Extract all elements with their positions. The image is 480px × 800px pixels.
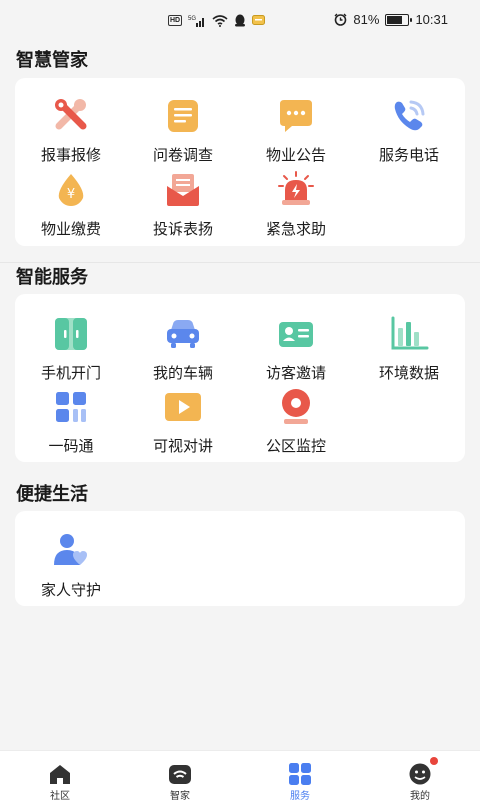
wrench-icon [51,96,91,136]
tab-label: 服务 [290,791,310,800]
grid-item-label: 物业公告 [265,146,326,164]
tab-community[interactable]: 社区 [0,751,120,800]
signal-icon: 5G [188,15,206,27]
bar-chart-icon [389,314,429,354]
grid-item-label: 我的车辆 [152,364,213,382]
tab-label: 我的 [410,791,430,800]
svg-text:5G: 5G [188,16,196,22]
section-title-smart-service: 智能服务 [16,267,88,288]
grid-item-label: 家人守护 [40,581,101,599]
announcement-icon [276,96,316,136]
grid-item-complaint[interactable]: 投诉表扬 [127,170,239,240]
status-icons-right: 81% 10:31 [334,12,448,27]
phone-icon [389,96,429,136]
profile-icon [408,757,438,785]
grid-item-video-intercom[interactable]: 可视对讲 [127,387,239,457]
section-title-convenient-life: 便捷生活 [16,484,88,505]
status-icons-left: HD 5G [168,14,266,27]
grid-item-label: 可视对讲 [152,437,213,455]
tab-label: 社区 [50,791,70,800]
grid-item-label: 投诉表扬 [152,220,213,238]
camera-icon [276,387,316,427]
alarm-icon [276,170,316,210]
visitor-card-icon [276,314,316,354]
grid-item-label: 报事报修 [40,146,101,164]
grid-item-phone-door-open[interactable]: 手机开门 [15,314,127,384]
grid-item-label: 公区监控 [265,437,326,455]
grid-item-label: 访客邀请 [265,364,326,382]
qr-grid-icon [51,387,91,427]
tab-label: 智家 [170,791,190,800]
clock-time: 10:31 [415,12,448,27]
grid-item-label: 服务电话 [378,146,439,164]
svg-text:¥: ¥ [67,187,75,202]
grid-item-label: 环境数据 [378,364,439,382]
tab-service[interactable]: 服务 [240,751,360,800]
grid-item-survey[interactable]: 问卷调查 [127,96,239,166]
wifi-icon [212,14,228,27]
door-icon [51,314,91,354]
tab-smart-home[interactable]: 智家 [120,751,240,800]
grid-item-one-code-pass[interactable]: 一码通 [15,387,127,457]
grid-item-label: 物业缴费 [40,220,101,238]
grid-item-label: 一码通 [48,437,94,455]
video-play-icon [163,387,203,427]
grid-item-report-repair[interactable]: 报事报修 [15,96,127,166]
convenient-life-card: 家人守护 [15,511,465,606]
grid-item-my-vehicle[interactable]: 我的车辆 [127,314,239,384]
status-bar: HD 5G 81% 10:31 [0,0,480,40]
smart-service-card: 手机开门 我的车辆 访客邀请 环境数据 一码通 可视对讲 公区监控 [15,294,465,462]
grid-item-property-payment[interactable]: ¥ 物业缴费 [15,170,127,240]
grid-item-label: 手机开门 [40,364,101,382]
grid-item-visitor-invite[interactable]: 访客邀请 [240,314,352,384]
tab-mine[interactable]: 我的 [360,751,480,800]
survey-icon [163,96,203,136]
bottom-tab-bar: 社区 智家 服务 我的 [0,750,480,800]
grid-item-public-monitor[interactable]: 公区监控 [240,387,352,457]
car-icon [163,314,203,354]
grid-item-emergency-help[interactable]: 紧急求助 [240,170,352,240]
notification-badge [430,757,438,765]
complaint-icon [163,170,203,210]
grid-icon [288,763,312,785]
payment-icon: ¥ [51,170,91,210]
grid-item-service-phone[interactable]: 服务电话 [353,96,465,166]
home-icon [48,763,72,785]
grid-item-family-guard[interactable]: 家人守护 [15,531,127,601]
smart-butler-card: 报事报修 问卷调查 物业公告 服务电话 ¥ 物业缴费 投诉表扬 紧急求助 [15,78,465,246]
qq-icon [234,14,246,27]
message-icon [252,15,266,26]
grid-item-announcement[interactable]: 物业公告 [240,96,352,166]
grid-item-label: 紧急求助 [265,220,326,238]
hd-icon: HD [168,15,183,26]
grid-item-label: 问卷调查 [152,146,213,164]
battery-icon [385,13,413,26]
section-title-smart-butler: 智慧管家 [16,50,88,71]
smart-home-icon [168,763,192,785]
grid-item-environment-data[interactable]: 环境数据 [353,314,465,384]
family-guard-icon [51,531,91,571]
alarm-clock-icon [334,13,347,26]
battery-percent: 81% [353,12,380,27]
